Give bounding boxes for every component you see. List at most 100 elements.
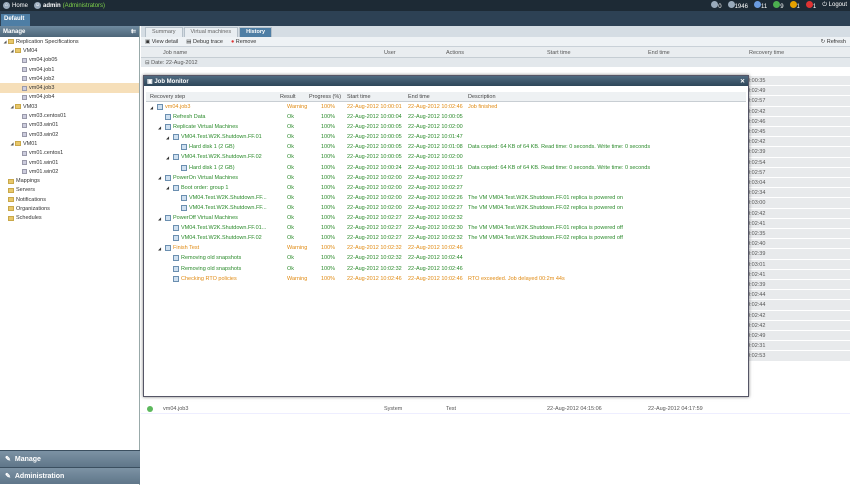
tab-default[interactable]: Default [1,14,30,26]
monitor-column-header[interactable]: Description [468,94,496,100]
refresh-button[interactable]: ↻ Refresh [821,39,846,45]
monitor-row[interactable]: Refresh Data Ok 100% 22-Aug-2012 10:00:04 22… [146,112,746,122]
monitor-row[interactable]: VM04.Test.W2K.Shutdown.FF.01... Ok 100% 22-… [146,223,746,233]
column-header[interactable]: Job name [163,50,187,56]
monitor-row[interactable]: Removing old snapshots Ok 100% 22-Aug-2012 … [146,253,746,263]
tree-item[interactable]: vm01.centos1 [0,149,139,158]
monitor-row[interactable]: ◢ VM04.Test.W2K.Shutdown.FF.02 Ok 100% 22-Au… [146,152,746,162]
expand-icon[interactable]: ◢ [166,155,171,160]
tree-item[interactable]: vm04.job3 [0,83,139,93]
tree-item[interactable]: vm04.job4 [0,93,139,102]
monitor-column-header[interactable]: Recovery step [150,94,185,100]
folder-icon [15,48,21,54]
monitor-column-header[interactable]: Progress (%) [309,94,341,100]
column-header[interactable]: Actions [446,50,464,56]
remove-button[interactable]: ● Remove [231,39,256,45]
cell-result: Ok [287,225,295,232]
tree-item[interactable]: ◢ Replication Specifications [0,37,139,46]
tree-item[interactable]: vm03.centos01 [0,111,139,120]
cell-desc: The VM VM04.Test.W2K.Shutdown.FF.02 repl… [468,204,623,211]
cell-start: 22-Aug-2012 10:02:27 [347,225,402,232]
folder-icon [8,215,14,221]
tree-item[interactable]: ◢ VM03 [0,102,139,111]
monitor-row[interactable]: ◢ Replicate Virtual Machines Ok 100% 22-Aug-… [146,122,746,132]
table-row[interactable]: vm04.job3 System Test 22-Aug-2012 04:15:06 2… [141,404,850,415]
monitor-column-header[interactable]: Start time [347,94,371,100]
tree-item[interactable]: vm04.job1 [0,65,139,74]
close-icon[interactable]: ✕ [740,78,745,85]
cell-end: 22-Aug-2012 10:02:32 [408,215,463,222]
monitor-row[interactable]: Hard disk 1 (2 GB) Ok 100% 22-Aug-2012 10:0… [146,163,746,173]
status-count-4[interactable]: 1 [789,1,800,10]
home-link[interactable]: ⌂ Home [3,2,28,9]
monitor-row[interactable]: Checking RTO policies Warning 100% 22-Aug-2… [146,274,746,284]
tree-item[interactable]: vm01.win02 [0,167,139,176]
tree-item[interactable]: vm03.win02 [0,130,139,139]
tree-item[interactable]: ◢ VM01 [0,139,139,148]
status-count-3[interactable]: 9 [773,1,784,10]
user-info[interactable]: ☺ admin (Administrators) [34,2,105,9]
tree-item[interactable]: vm03.win01 [0,121,139,130]
monitor-row[interactable]: ◢ PowerOn Virtual Machines Ok 100% 22-Aug-20… [146,173,746,183]
monitor-column-header[interactable]: Result [280,94,296,100]
monitor-row[interactable]: VM04.Test.W2K.Shutdown.FF... Ok 100% 22-Aug… [146,203,746,213]
monitor-row[interactable]: ◢ VM04.Test.W2K.Shutdown.FF.01 Ok 100% 22-Au… [146,132,746,142]
column-header[interactable]: Recovery time [749,50,784,56]
expand-icon[interactable]: ◢ [158,175,163,180]
status-count-1[interactable]: 1946 [727,1,748,10]
subtab-summary[interactable]: Summary [145,27,183,37]
expand-icon[interactable]: ◢ [158,125,163,130]
vm-icon [22,76,27,82]
expand-icon[interactable]: ◢ [166,185,171,190]
cell-p: 100% [321,164,336,171]
debug-trace-button[interactable]: ▤ Debug trace [186,39,223,45]
recovery-time-cell: 00:02:31 [740,341,850,352]
monitor-row[interactable]: ◢ PowerOff Virtual Machines Ok 100% 22-Aug-2… [146,213,746,223]
column-header[interactable]: End time [648,50,670,56]
column-header[interactable]: User [384,50,396,56]
logout-link[interactable]: ⏻ Logout [822,2,847,9]
subtab-history[interactable]: History [239,27,273,37]
tree-item[interactable]: vm01.win01 [0,158,139,167]
column-header[interactable]: Start time [547,50,571,56]
expand-icon[interactable]: ◢ [150,105,155,110]
status-count-2[interactable]: 11 [753,1,767,10]
recovery-time-cell: 00:02:49 [740,86,850,97]
status-count-5[interactable]: 1 [805,1,816,10]
clock-icon [727,1,735,8]
tree-item[interactable]: Organizations [0,204,139,213]
sidebar-header: Manage ⇇ [0,26,139,37]
monitor-row[interactable]: Removing old snapshots Ok 100% 22-Aug-2012 … [146,264,746,274]
recovery-time-cell: 00:02:44 [740,300,850,311]
subtab-virtual-machines[interactable]: Virtual machines [183,27,239,37]
recovery-time-cell: 00:02:34 [740,188,850,199]
tree-item[interactable]: Schedules [0,214,139,223]
view-detail-button[interactable]: ▣ View detail [145,39,178,45]
tree-item[interactable]: ◢ VM04 [0,46,139,55]
step-icon [181,144,187,151]
expand-icon[interactable]: ◢ [166,135,171,140]
recovery-time-cell: 00:02:39 [740,147,850,158]
monitor-row[interactable]: ◢ vm04.job3 Warning 100% 22-Aug-2012 10:00:0… [146,102,746,112]
administration-panel-button[interactable]: ✎ Administration [0,467,140,484]
monitor-row[interactable]: VM04.Test.W2K.Shutdown.FF... Ok 100% 22-Aug… [146,193,746,203]
monitor-row[interactable]: VM04.Test.W2K.Shutdown.FF.02 Ok 100% 22-Aug… [146,233,746,243]
monitor-column-header[interactable]: End time [408,94,430,100]
monitor-row[interactable]: ◢ Finish Test Warning 100% 22-Aug-2012 10:02… [146,243,746,253]
expand-icon[interactable]: ◢ [158,246,163,251]
tree-item[interactable]: vm04.job2 [0,74,139,83]
tree-item[interactable]: Servers [0,186,139,195]
dialog-title-bar: ▣ Job Monitor ✕ [144,76,748,86]
expand-icon[interactable]: ◢ [158,216,163,221]
status-count-0[interactable]: 0 [711,1,722,10]
tree-item[interactable]: Notifications [0,195,139,204]
tree-item[interactable]: vm04.job05 [0,56,139,65]
folder-icon [15,141,21,147]
vm-icon [22,85,27,91]
tree-item[interactable]: Mappings [0,176,139,185]
manage-panel-button[interactable]: ✎ Manage [0,450,140,467]
monitor-row[interactable]: Hard disk 1 (2 GB) Ok 100% 22-Aug-2012 10:0… [146,142,746,152]
collapse-icon[interactable]: ⇇ [131,28,136,35]
monitor-row[interactable]: ◢ Boot order: group 1 Ok 100% 22-Aug-2012 10… [146,183,746,193]
date-group-row[interactable]: ⊟ Date: 22-Aug-2012 [141,58,850,67]
